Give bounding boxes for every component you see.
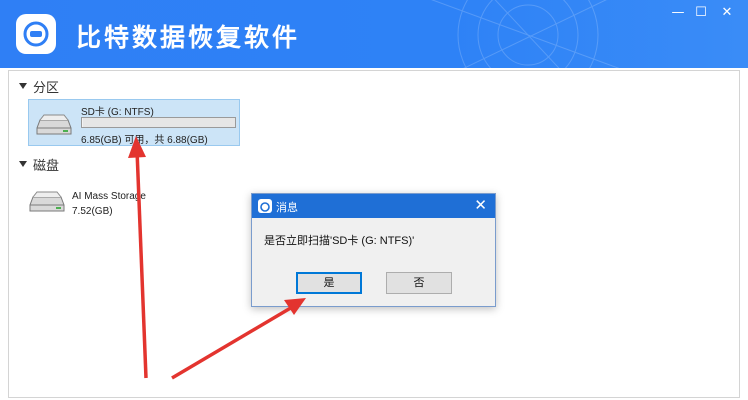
close-icon[interactable]: ✕ — [474, 197, 487, 213]
collapse-triangle-icon[interactable] — [19, 161, 27, 167]
minimize-button[interactable]: — — [667, 4, 689, 22]
title-bar: 比特数据恢复软件 — ☐ ✕ — [0, 0, 748, 68]
usage-bar — [81, 117, 236, 128]
drive-icon — [36, 114, 72, 135]
drive-name: SD卡 (G: NTFS) — [81, 107, 154, 118]
dialog-message: 是否立即扫描'SD卡 (G: NTFS)' — [264, 235, 415, 247]
close-window-button[interactable]: ✕ — [716, 4, 738, 22]
collapse-triangle-icon[interactable] — [19, 83, 27, 89]
app-logo-icon — [258, 199, 272, 213]
dialog-body: 是否立即扫描'SD卡 (G: NTFS)' 是 否 — [252, 218, 495, 306]
drive-icon — [29, 191, 65, 212]
disk-ai-mass-storage[interactable]: AI Mass Storage 7.52(GB) — [28, 185, 188, 225]
title-bar-decoration — [431, 0, 620, 68]
disks-header[interactable]: 磁盘 — [19, 154, 59, 174]
partition-sd-card[interactable]: SD卡 (G: NTFS) 6.85(GB) 可用，共 6.88(GB) — [28, 99, 240, 146]
app-title: 比特数据恢复软件 — [76, 23, 301, 52]
app-logo-icon — [16, 14, 56, 54]
scan-confirm-dialog: 消息 ✕ 是否立即扫描'SD卡 (G: NTFS)' 是 否 — [251, 193, 496, 307]
yes-button[interactable]: 是 — [296, 272, 362, 294]
dialog-title: 消息 — [276, 201, 298, 214]
disks-label: 磁盘 — [33, 158, 60, 174]
maximize-button[interactable]: ☐ — [690, 4, 712, 22]
drive-size: 7.52(GB) — [72, 206, 113, 217]
dialog-title-bar: 消息 ✕ — [252, 194, 495, 218]
drive-size: 6.85(GB) 可用，共 6.88(GB) — [81, 135, 208, 146]
drive-name: AI Mass Storage — [72, 191, 146, 202]
usage-bar-fill — [82, 118, 83, 127]
partitions-header[interactable]: 分区 — [19, 76, 59, 96]
partitions-label: 分区 — [33, 80, 60, 96]
no-button[interactable]: 否 — [386, 272, 452, 294]
